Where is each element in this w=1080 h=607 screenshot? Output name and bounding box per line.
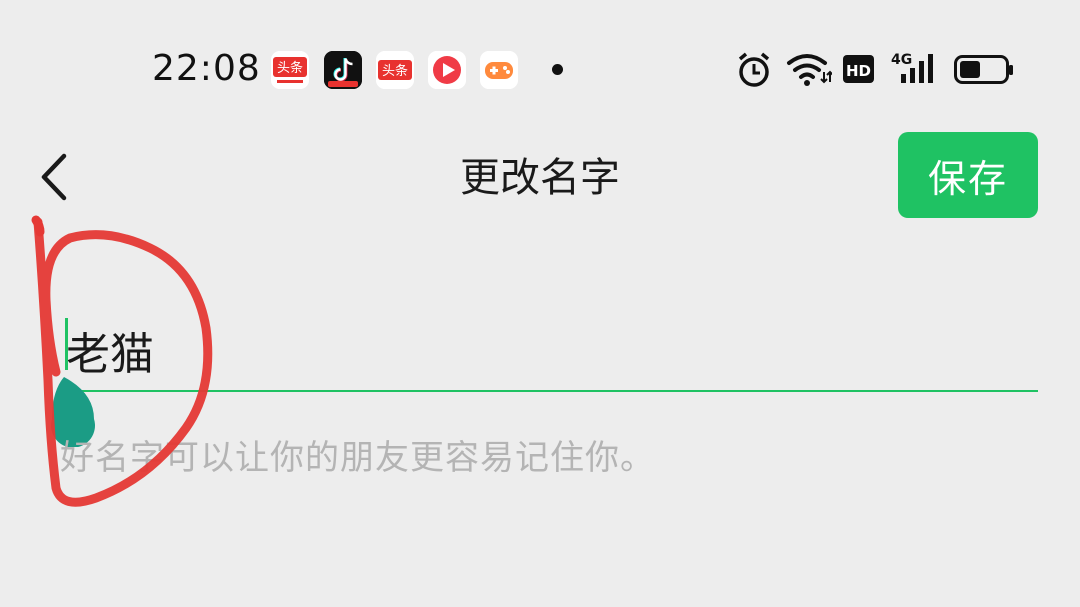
toutiao-label: 头条 [382,63,408,79]
game-center-icon [480,51,518,89]
network-type-label: 4G [891,52,912,68]
toutiao-icon: 头条 [376,51,414,89]
name-hint-text: 好名字可以让你的朋友更容易记住你。 [60,438,655,478]
name-input[interactable] [66,320,966,380]
status-bar: 22:08 头条 头条 HD 4G [0,0,1080,120]
more-notifications-dot [552,64,563,75]
alarm-icon [737,50,771,94]
hd-icon: HD [843,53,875,89]
toutiao-lite-label: 头条 [277,60,303,76]
battery-icon [954,55,1014,89]
save-button[interactable]: 保存 [898,132,1038,218]
video-app-icon [428,51,466,89]
douyin-lite-icon [324,51,362,89]
chevron-left-icon [41,153,67,201]
text-caret [65,318,68,370]
change-name-screen: 22:08 头条 头条 HD 4G 更改名字 保存 老猫 好名字可以让你的朋友更… [0,0,1080,607]
back-button[interactable] [28,146,84,208]
signal-4g-icon: 4G [891,50,939,90]
hd-label: HD [846,62,871,80]
toutiao-lite-icon: 头条 [271,51,309,89]
name-field[interactable] [60,310,1038,392]
status-time: 22:08 [152,48,261,89]
wifi-icon [786,52,834,92]
